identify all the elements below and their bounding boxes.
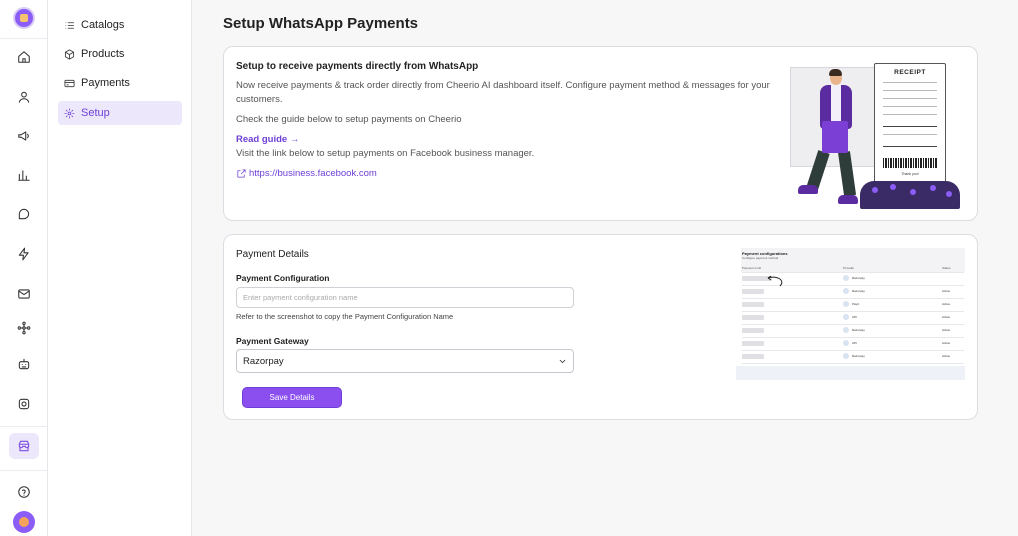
- chat-icon[interactable]: [12, 202, 36, 226]
- cube-icon: [64, 49, 75, 59]
- payment-gateway-select[interactable]: Razorpay: [236, 349, 574, 373]
- sidebar-item-label: Payments: [81, 77, 130, 89]
- payment-config-reference-screenshot: Payment configurations Configure payment…: [736, 248, 965, 380]
- user-icon[interactable]: [12, 85, 36, 109]
- receipt-footer: Thank you!: [901, 172, 919, 176]
- facebook-business-link[interactable]: https://business.facebook.com: [236, 168, 377, 179]
- payment-details-card: Payment Details Payment Configuration Re…: [223, 234, 978, 420]
- facebook-link-text: https://business.facebook.com: [249, 168, 377, 179]
- guide-text: Check the guide below to setup payments …: [236, 114, 462, 125]
- payment-illustration: RECEIPT Thank you!: [790, 57, 965, 212]
- bar-chart-icon[interactable]: [12, 163, 36, 187]
- instagram-icon[interactable]: [12, 392, 36, 416]
- chevron-down-icon: [559, 359, 566, 364]
- read-guide-link[interactable]: Read guide →: [236, 134, 299, 145]
- whatsapp-payments-intro-card: Setup to receive payments directly from …: [223, 46, 978, 221]
- shot-col-provider: Provider: [843, 266, 855, 270]
- list-icon: [65, 21, 75, 29]
- sidebar-item-setup[interactable]: Setup: [58, 101, 182, 125]
- shopping-bag-icon: [822, 121, 848, 153]
- intro-title: Setup to receive payments directly from …: [236, 61, 479, 72]
- barcode-icon: [883, 158, 937, 168]
- rail-divider: [0, 38, 48, 39]
- megaphone-icon[interactable]: [12, 124, 36, 148]
- shot-col-name: Payment confi: [742, 266, 762, 270]
- mail-icon[interactable]: [12, 282, 36, 306]
- page-title: Setup WhatsApp Payments: [223, 15, 419, 32]
- rail-divider: [0, 470, 48, 471]
- bushes-decoration: [860, 181, 960, 209]
- card-icon: [64, 79, 75, 87]
- network-icon[interactable]: [12, 316, 36, 340]
- sidebar-item-label: Products: [81, 48, 125, 60]
- rail-divider: [0, 426, 48, 427]
- robot-icon[interactable]: [12, 352, 36, 376]
- user-avatar[interactable]: [13, 511, 35, 533]
- brand-logo[interactable]: [13, 7, 35, 29]
- gear-icon: [64, 108, 75, 118]
- lightning-icon[interactable]: [12, 242, 36, 266]
- sidebar-item-label: Setup: [81, 107, 110, 119]
- payment-config-label: Payment Configuration: [236, 273, 330, 283]
- sidebar-item-catalogs[interactable]: Catalogs: [58, 13, 182, 37]
- receipt-title: RECEIPT: [894, 69, 926, 76]
- help-icon[interactable]: [12, 480, 36, 504]
- intro-description: Now receive payments & track order direc…: [236, 80, 770, 105]
- payment-gateway-label: Payment Gateway: [236, 336, 309, 346]
- arrow-annotation-icon: [767, 275, 783, 287]
- payment-config-input[interactable]: [236, 287, 574, 308]
- commerce-sidebar: Catalogs Products Payments Setup: [48, 0, 192, 536]
- shot-col-status: Status: [942, 266, 951, 270]
- sidebar-item-payments[interactable]: Payments: [58, 71, 182, 95]
- receipt-illustration: RECEIPT Thank you!: [874, 63, 946, 183]
- external-link-icon: [237, 169, 246, 178]
- icon-rail: [0, 0, 48, 536]
- sidebar-item-label: Catalogs: [81, 19, 125, 31]
- home-icon[interactable]: [12, 45, 36, 69]
- payment-config-hint: Refer to the screenshot to copy the Paym…: [236, 312, 454, 321]
- sidebar-item-products[interactable]: Products: [58, 42, 182, 66]
- save-details-button[interactable]: Save Details: [242, 387, 342, 408]
- payment-details-title: Payment Details: [236, 249, 309, 260]
- facebook-text: Visit the link below to setup payments o…: [236, 148, 535, 159]
- store-icon[interactable]: [9, 433, 39, 459]
- shot-subtitle: Configure payment method: [742, 256, 779, 260]
- payment-gateway-value: Razorpay: [243, 355, 284, 367]
